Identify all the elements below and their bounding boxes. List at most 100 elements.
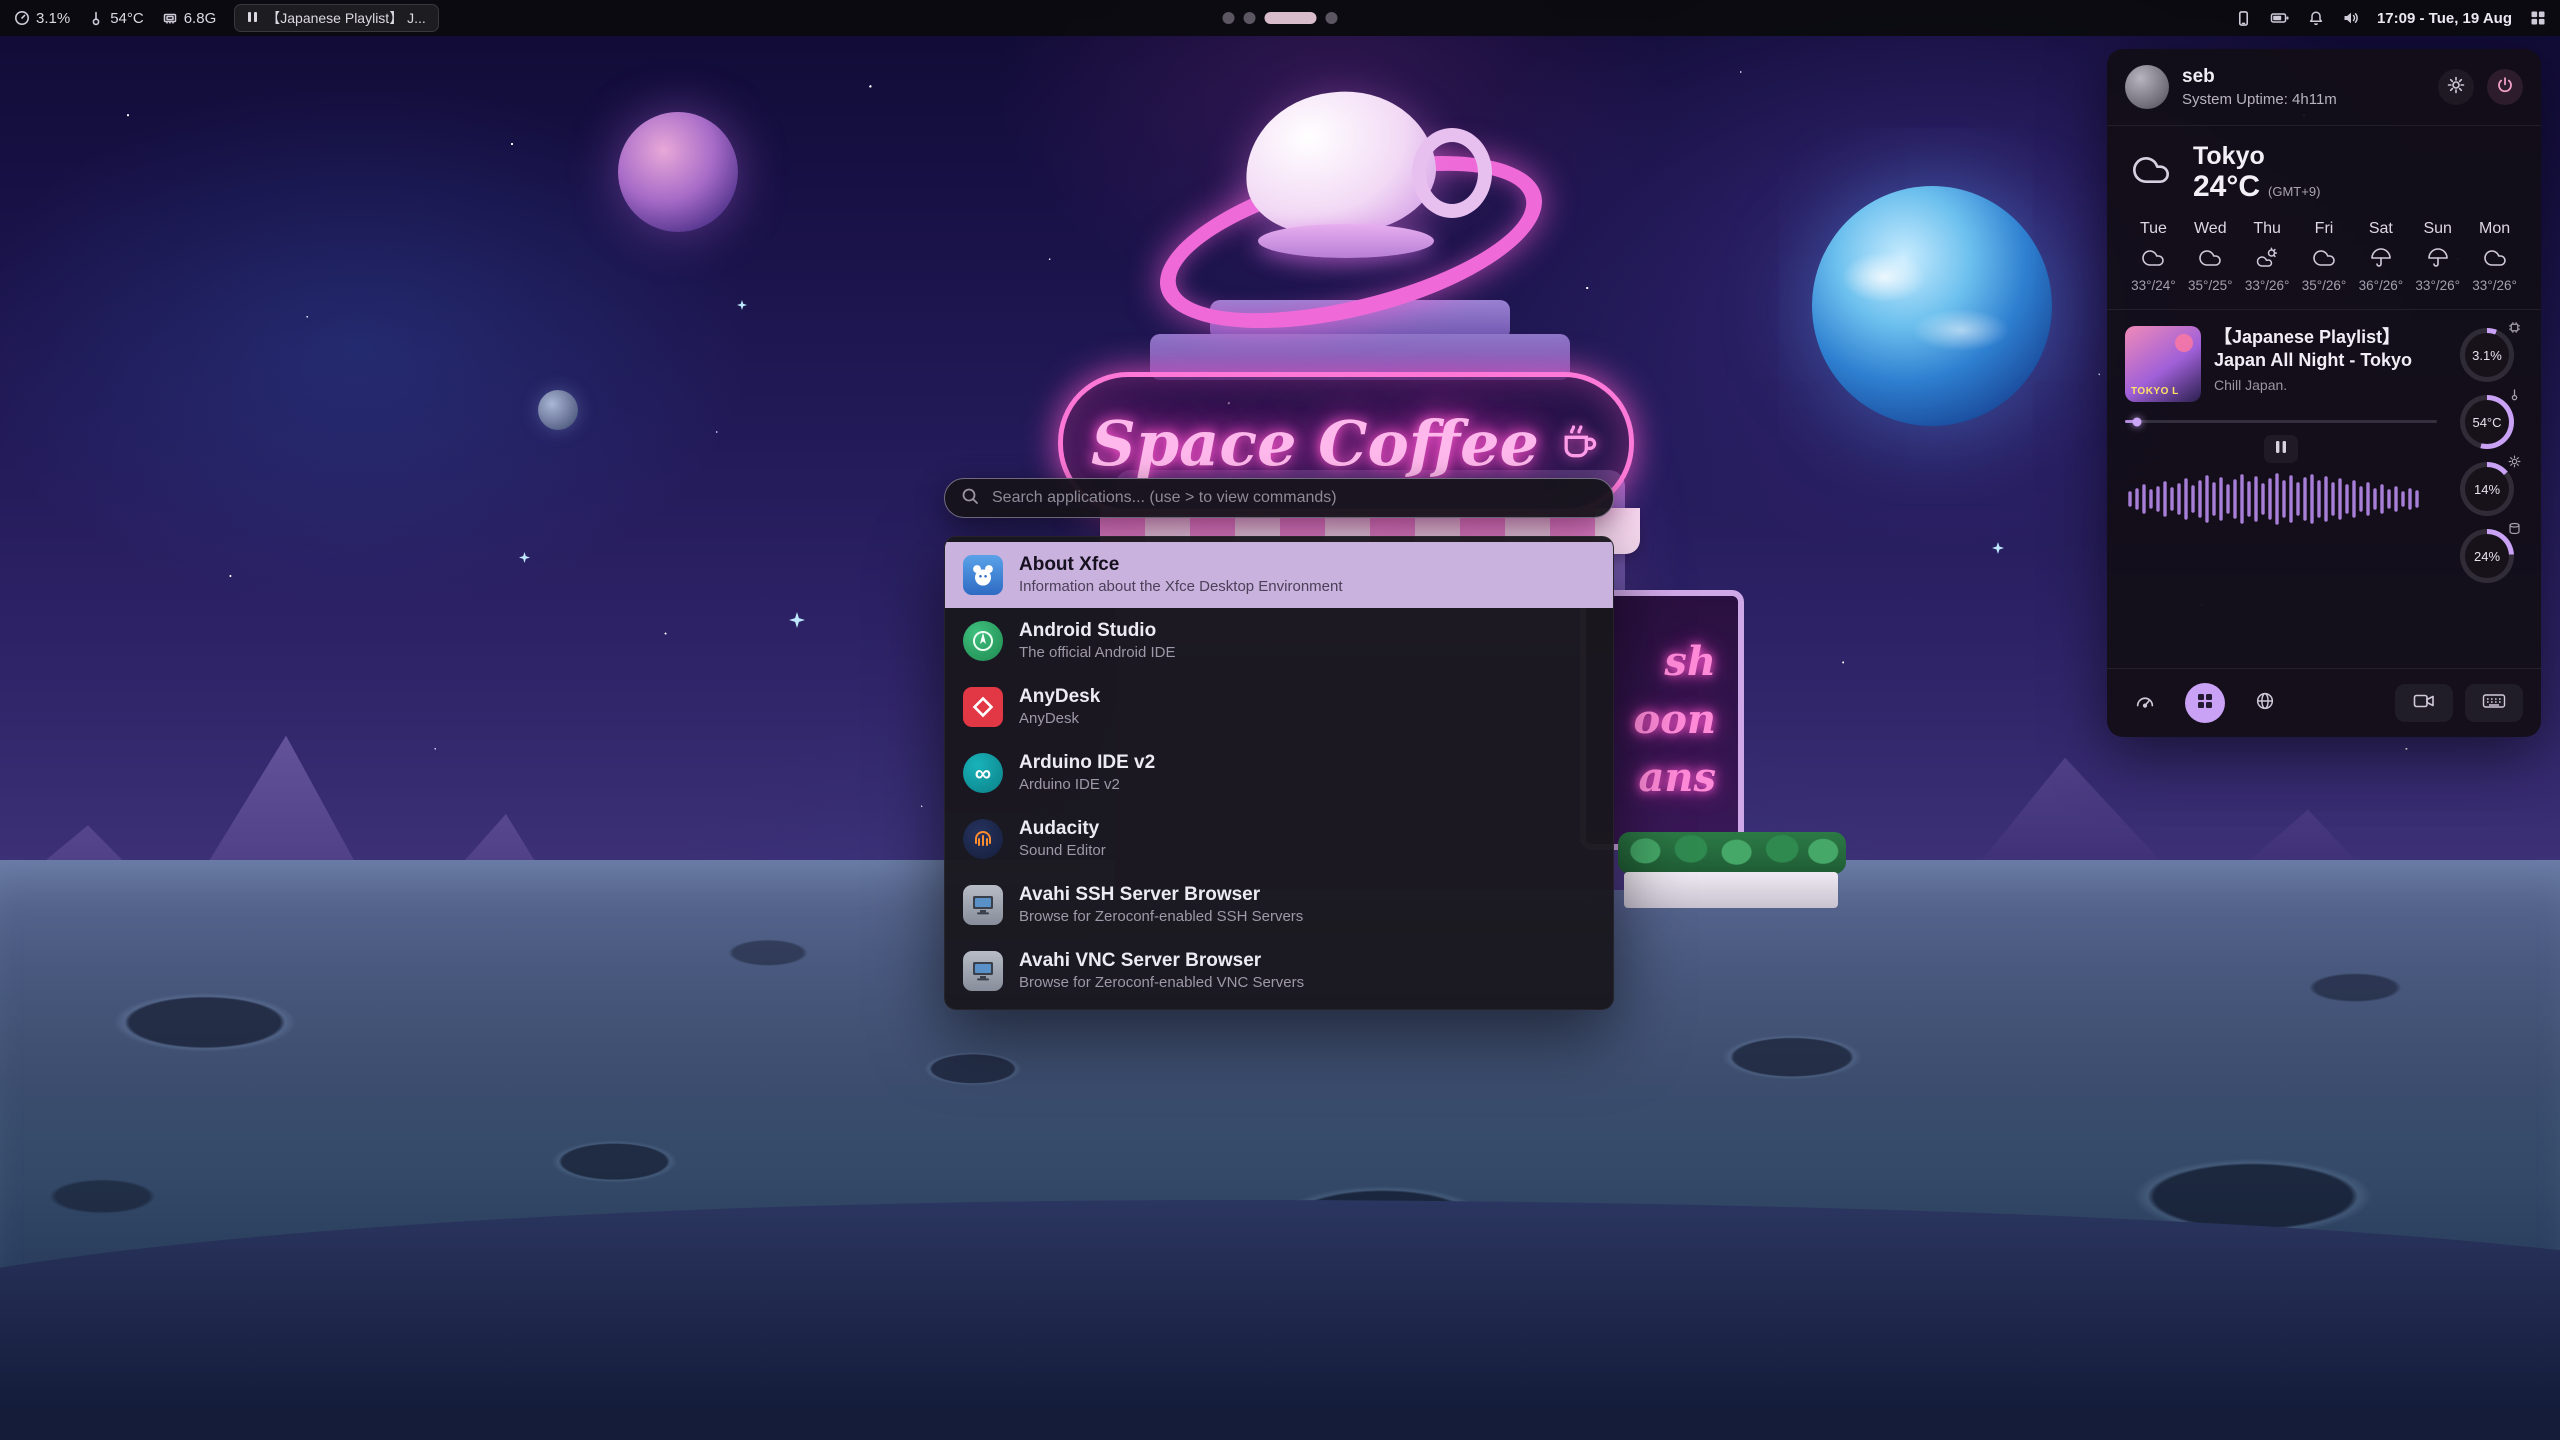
topbar-left-cluster: 3.1% 54°C 6.8G 【Japanese Playlist】 J... [14, 4, 439, 32]
forecast-day-label: Mon [2479, 220, 2510, 238]
avahi-icon [963, 951, 1003, 991]
window-neon-text: sh [1664, 640, 1716, 684]
launcher-result-row[interactable]: About XfceInformation about the Xfce Des… [945, 542, 1613, 608]
result-subtitle: Information about the Xfce Desktop Envir… [1019, 579, 1343, 596]
result-subtitle: Browse for Zeroconf-enabled SSH Servers [1019, 909, 1303, 926]
forecast-temps: 33°/26° [2415, 278, 2460, 293]
workspace-active-pill[interactable] [1265, 12, 1317, 24]
speedometer-icon [2134, 690, 2156, 717]
forecast-temps: 33°/24° [2131, 278, 2176, 293]
memory-indicator[interactable]: 6.8G [162, 10, 217, 27]
arduino-icon: ∞ [963, 753, 1003, 793]
result-title: Audacity [1019, 819, 1106, 840]
power-button[interactable] [2487, 69, 2523, 105]
foreground-dune [0, 1200, 2560, 1440]
result-title: AnyDesk [1019, 687, 1100, 708]
forecast-temps: 36°/26° [2359, 278, 2404, 293]
forecast-day: Sun 33°/26° [2409, 220, 2466, 293]
topbar-music-widget[interactable]: 【Japanese Playlist】 J... [234, 4, 439, 32]
gauge-icon [14, 10, 30, 26]
settings-button[interactable] [2438, 69, 2474, 105]
result-subtitle: Arduino IDE v2 [1019, 777, 1155, 794]
thermometer-icon [88, 10, 104, 26]
cloud-icon [2125, 150, 2177, 195]
pause-icon [247, 10, 258, 26]
purple-planet [618, 112, 738, 232]
cup-handle [1412, 128, 1492, 218]
memory-value: 6.8G [184, 10, 217, 27]
forecast-temps: 35°/25° [2188, 278, 2233, 293]
cpu-gauge-value: 3.1% [2460, 328, 2514, 382]
launcher-results: About XfceInformation about the Xfce Des… [944, 536, 1614, 1010]
app-grid-button[interactable] [2185, 683, 2225, 723]
window-neon-text: ans [1638, 756, 1716, 800]
clock[interactable]: 17:09 - Tue, 19 Aug [2377, 10, 2512, 27]
cloud-icon [2312, 245, 2336, 271]
keyboard-button[interactable] [2465, 684, 2523, 722]
avatar [2125, 65, 2169, 109]
disk-icon [2508, 522, 2521, 540]
weather-temp: 24°C [2193, 171, 2260, 203]
search-icon [961, 487, 979, 510]
sun-cloud-icon [2255, 245, 2279, 271]
result-title: Arduino IDE v2 [1019, 753, 1155, 774]
shop-plants [1618, 832, 1846, 874]
cpu-usage-value: 3.1% [36, 10, 70, 27]
search-input[interactable] [990, 488, 1597, 508]
forecast-temps: 35°/26° [2302, 278, 2347, 293]
battery-icon[interactable] [2270, 11, 2290, 25]
weather-card: Tokyo 24°C (GMT+9) Tue 33°/24° Wed 35°/2… [2107, 125, 2541, 309]
top-panel: 3.1% 54°C 6.8G 【Japanese Playlist】 J... … [0, 0, 2560, 36]
media-title: 【Japanese Playlist】 Japan All Night - To… [2214, 326, 2437, 372]
launcher-result-row[interactable]: AnyDesk AnyDesk [945, 674, 1613, 740]
media-progress-knob[interactable] [2133, 417, 2142, 426]
workspace-dot[interactable] [1244, 12, 1256, 24]
topbar-right-cluster: 17:09 - Tue, 19 Aug [2235, 10, 2546, 27]
forecast-day-label: Sun [2423, 220, 2451, 238]
globe-icon [2254, 690, 2276, 717]
result-subtitle: AnyDesk [1019, 711, 1100, 728]
umbrella-icon [2426, 245, 2450, 271]
bell-icon[interactable] [2308, 10, 2324, 26]
user-card: seb System Uptime: 4h11m [2107, 49, 2541, 125]
gear-icon [2508, 455, 2521, 473]
forecast-temps: 33°/26° [2472, 278, 2517, 293]
media-progress-bar[interactable] [2125, 420, 2437, 423]
launcher-result-row[interactable]: ∞ Arduino IDE v2 Arduino IDE v2 [945, 740, 1613, 806]
launcher-search-bar[interactable] [944, 478, 1614, 518]
cpu-usage-indicator[interactable]: 3.1% [14, 10, 70, 27]
earth-planet [1812, 186, 2052, 426]
phone-icon[interactable] [2235, 10, 2252, 27]
media-card: TOKYO L 【Japanese Playlist】 Japan All Ni… [2107, 309, 2541, 668]
forecast-day: Wed 35°/25° [2182, 220, 2239, 293]
small-moon [538, 390, 578, 430]
launcher-result-row[interactable]: Android StudioThe official Android IDE [945, 608, 1613, 674]
launcher-result-row[interactable]: Audacity Sound Editor [945, 806, 1613, 872]
umbrella-icon [2369, 245, 2393, 271]
forecast-day: Fri 35°/26° [2296, 220, 2353, 293]
forecast-day: Thu 33°/26° [2239, 220, 2296, 293]
temperature-indicator[interactable]: 54°C [88, 10, 144, 27]
coffee-cup-icon [1557, 419, 1601, 468]
dashboard-button[interactable] [2125, 683, 2165, 723]
launcher-result-row[interactable]: Avahi VNC Server BrowserBrowse for Zeroc… [945, 938, 1613, 1004]
workspace-dot[interactable] [1223, 12, 1235, 24]
screen-record-button[interactable] [2395, 684, 2453, 722]
result-title: Avahi VNC Server Browser [1019, 951, 1304, 972]
volume-icon[interactable] [2342, 10, 2359, 26]
forecast-day: Sat 36°/26° [2352, 220, 2409, 293]
xfce-logo-icon [963, 555, 1003, 595]
app-grid-icon[interactable] [2530, 10, 2546, 26]
weather-city: Tokyo [2193, 142, 2320, 171]
workspace-switcher[interactable] [1223, 0, 1338, 36]
forecast-temps: 33°/26° [2245, 278, 2290, 293]
disk-gauge-value: 24% [2460, 529, 2514, 583]
result-subtitle: Sound Editor [1019, 843, 1106, 860]
network-button[interactable] [2245, 683, 2285, 723]
workspace-dot[interactable] [1326, 12, 1338, 24]
memory-gauge: 14% [2460, 462, 2514, 516]
launcher-result-row[interactable]: Avahi SSH Server BrowserBrowse for Zeroc… [945, 872, 1613, 938]
pause-button[interactable] [2264, 435, 2298, 463]
temperature-gauge-value: 54°C [2460, 395, 2514, 449]
system-uptime: System Uptime: 4h11m [2182, 91, 2425, 108]
